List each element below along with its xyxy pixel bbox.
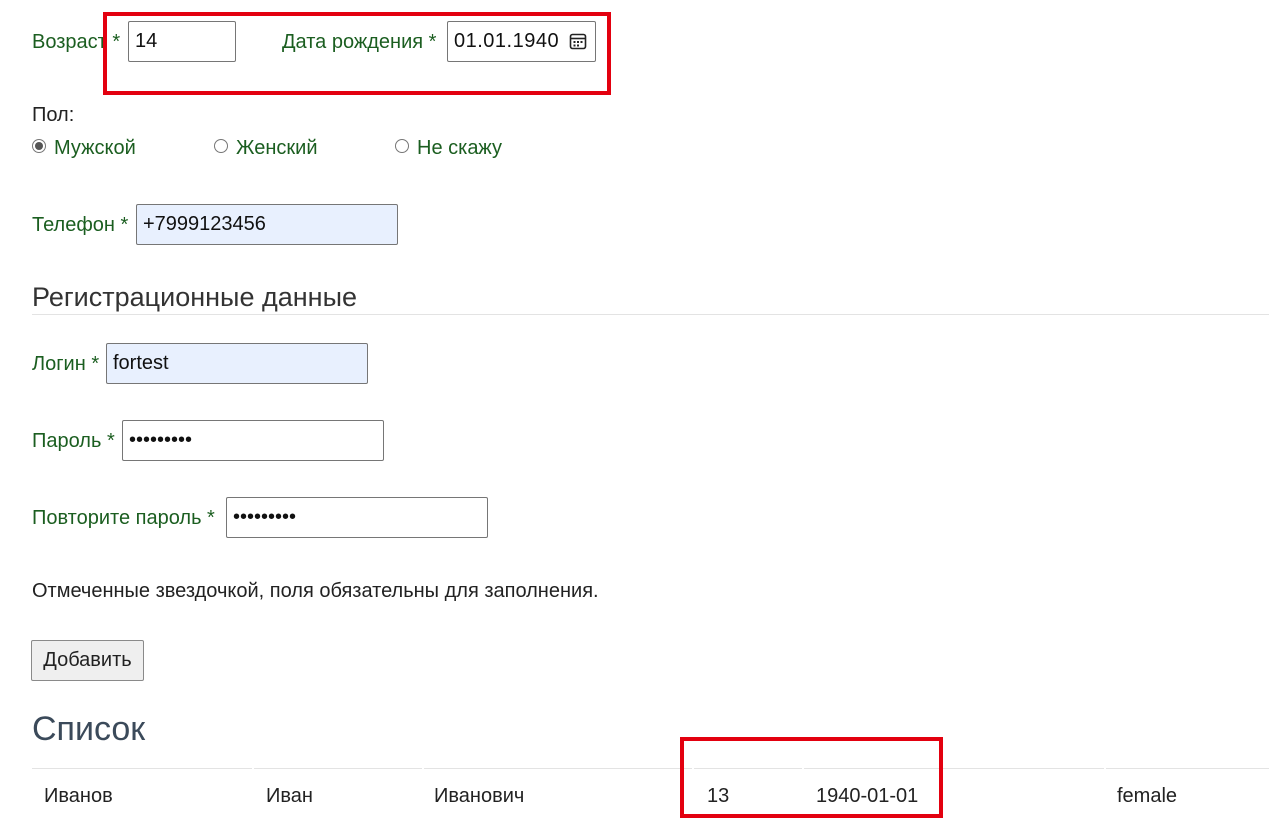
cell-last-name: Иванов — [44, 785, 113, 807]
cell-first-name: Иван — [266, 785, 313, 807]
password-input[interactable]: ••••••••• — [122, 420, 384, 461]
required-fields-note: Отмеченные звездочкой, поля обязательны … — [32, 580, 599, 602]
gender-radio-male[interactable] — [32, 139, 46, 153]
cell-gender: female — [1117, 785, 1178, 807]
table-header-line — [424, 768, 692, 769]
table-header-line — [254, 768, 422, 769]
phone-input[interactable] — [136, 204, 398, 245]
cell-patronymic: Иванович — [434, 785, 525, 807]
annotation-box-top — [103, 12, 611, 95]
gender-radio-unspecified[interactable] — [395, 139, 409, 153]
password-label: Пароль * — [32, 430, 115, 452]
phone-label: Телефон * — [32, 214, 129, 236]
add-button[interactable]: Добавить — [31, 640, 144, 681]
section-divider — [32, 314, 1269, 315]
login-input[interactable] — [106, 343, 368, 384]
repeat-password-input[interactable]: ••••••••• — [226, 497, 488, 538]
gender-option-female-label[interactable]: Женский — [236, 137, 317, 160]
gender-option-male-label[interactable]: Мужской — [54, 137, 136, 160]
login-label: Логин * — [32, 353, 100, 375]
table-header-line — [1106, 768, 1269, 769]
gender-option-unspecified-label[interactable]: Не скажу — [417, 137, 502, 160]
list-heading: Список — [32, 710, 146, 748]
registration-heading: Регистрационные данные — [32, 282, 357, 312]
repeat-password-label: Повторите пароль * — [32, 507, 215, 529]
gender-label: Пол: — [32, 104, 75, 126]
gender-radio-female[interactable] — [214, 139, 228, 153]
annotation-box-bottom — [680, 737, 943, 818]
table-header-line — [32, 768, 252, 769]
